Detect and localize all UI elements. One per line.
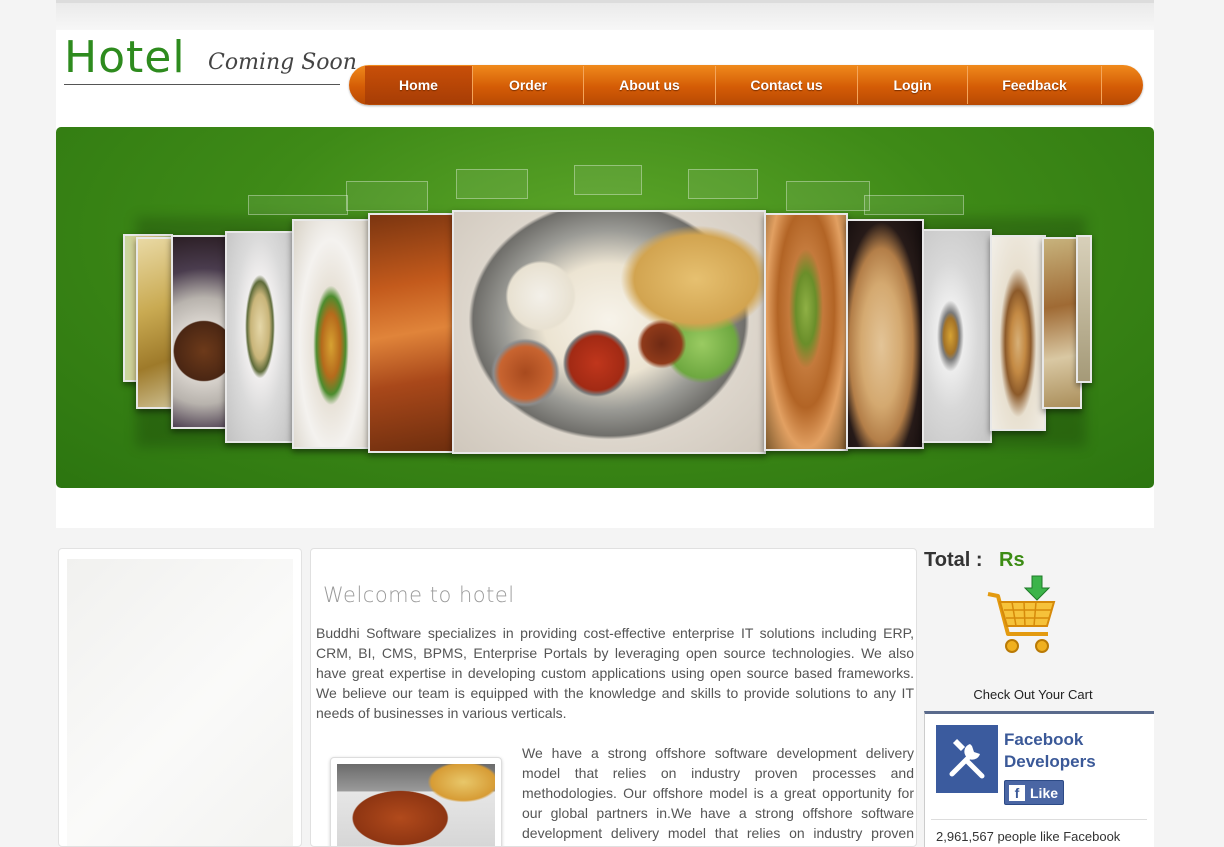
carousel-back-tile (688, 169, 758, 199)
carousel-back-tile (456, 169, 528, 199)
logo-underline (64, 84, 340, 85)
carousel-back-tile (574, 165, 642, 195)
facebook-page-name-line1: Facebook (1004, 730, 1084, 749)
logo-title[interactable]: Hotel (64, 32, 186, 83)
facebook-page-name[interactable]: Facebook Developers (1004, 729, 1096, 773)
carousel-back-tile (786, 181, 870, 211)
offshore-paragraph: We have a strong offshore software devel… (522, 745, 914, 846)
intro-paragraph: Buddhi Software specializes in providing… (316, 625, 914, 721)
facebook-like-button[interactable]: f Like (1004, 780, 1064, 805)
welcome-heading: Welcome to hotel (323, 583, 515, 607)
nav-about-us[interactable]: About us (584, 66, 716, 104)
cart-total-label: Total : (924, 549, 983, 571)
facebook-like-count: 2,961,567 people like Facebook (936, 829, 1121, 844)
shopping-cart-icon[interactable] (984, 574, 1060, 660)
nav-feedback[interactable]: Feedback (968, 66, 1102, 104)
facebook-f-icon: f (1009, 784, 1025, 801)
top-band (56, 0, 1154, 30)
header: Hotel Coming Soon Home Order About us Co… (56, 30, 1154, 125)
carousel-food-tile[interactable] (1076, 235, 1092, 383)
carousel-food-tile[interactable] (922, 229, 992, 443)
carousel-back-tile (248, 195, 348, 215)
main-nav: Home Order About us Contact us Login Fee… (349, 65, 1143, 105)
facebook-like-box: Facebook Developers f Like 2,961,567 peo… (924, 711, 1154, 847)
like-button-label: Like (1030, 784, 1059, 801)
carousel-food-tile[interactable] (368, 213, 454, 453)
facebook-developers-logo-icon[interactable] (936, 725, 998, 793)
nav-order[interactable]: Order (473, 66, 584, 104)
page: Hotel Coming Soon Home Order About us Co… (0, 0, 1224, 847)
logo-subtitle: Coming Soon (208, 50, 357, 75)
nav-contact-us[interactable]: Contact us (716, 66, 858, 104)
facebook-page-name-line2: Developers (1004, 752, 1096, 771)
carousel-back-tile (864, 195, 964, 215)
cart-total-currency: Rs (999, 549, 1025, 571)
left-sidebar-panel (58, 548, 302, 847)
nav-home[interactable]: Home (365, 66, 473, 104)
carousel-food-tile[interactable] (171, 235, 231, 429)
facebook-divider (931, 819, 1147, 820)
carousel-food-tile[interactable] (292, 219, 370, 449)
banner-wrapper (56, 125, 1154, 528)
carousel-food-tile[interactable] (764, 213, 848, 451)
carousel-featured-food-image[interactable] (452, 210, 766, 454)
main-content: Welcome to hotel Buddhi Software special… (310, 548, 917, 847)
carousel-food-tile[interactable] (990, 235, 1046, 431)
food-thumbnail (330, 757, 502, 846)
food-carousel[interactable] (56, 127, 1154, 488)
nav-login[interactable]: Login (858, 66, 968, 104)
carousel-back-tile (346, 181, 428, 211)
checkout-cart-link[interactable]: Check Out Your Cart (924, 687, 1142, 702)
carousel-food-tile[interactable] (846, 219, 924, 449)
left-sidebar-inner (67, 559, 293, 846)
carousel-food-tile[interactable] (225, 231, 295, 443)
food-thumbnail-image (337, 764, 495, 846)
